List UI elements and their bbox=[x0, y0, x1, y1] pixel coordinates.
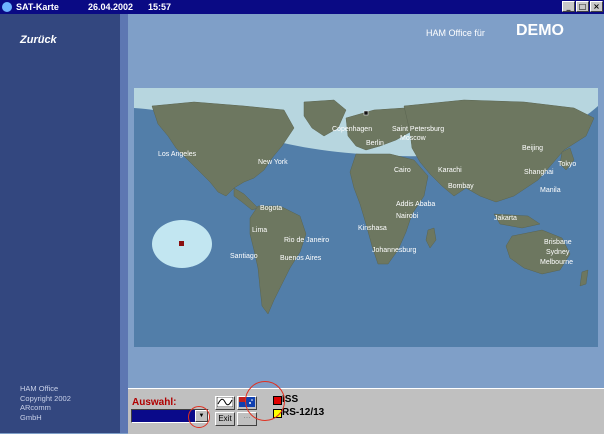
credit-line: GmbH bbox=[20, 412, 42, 422]
dropdown-highlight-ring bbox=[188, 406, 210, 428]
credit-line: HAM Office bbox=[20, 384, 59, 393]
control-panel: Auswahl: ▼ Exit ⋯ ISS RS-12/13 bbox=[128, 381, 604, 434]
world-map[interactable]: Copenhagen Saint Petersburg Berlin Mosco… bbox=[134, 88, 598, 347]
city-label: Lima bbox=[252, 227, 267, 234]
maximize-button[interactable]: □ bbox=[576, 1, 589, 12]
demo-badge: DEMO bbox=[516, 22, 564, 39]
city-label: Beijing bbox=[522, 145, 543, 152]
wave-icon bbox=[216, 396, 234, 408]
close-button[interactable]: × bbox=[590, 1, 603, 12]
city-label: Bogota bbox=[260, 205, 282, 212]
city-label: Bombay bbox=[448, 183, 474, 190]
sidebar-divider bbox=[120, 14, 128, 433]
window-time: 15:57 bbox=[148, 2, 172, 12]
city-label: New York bbox=[258, 159, 288, 166]
city-label: Melbourne bbox=[540, 259, 573, 266]
credit-line: Copyright 2002 bbox=[20, 393, 71, 403]
city-label: Brisbane bbox=[544, 239, 572, 246]
city-label: Cairo bbox=[394, 167, 411, 174]
city-label: Manila bbox=[540, 187, 561, 194]
city-label: Tokyo bbox=[558, 161, 576, 168]
legend-label: RS-12/13 bbox=[282, 407, 325, 418]
legend-highlight-ring bbox=[245, 381, 285, 421]
back-link[interactable]: Zurück bbox=[20, 34, 57, 46]
land-masses bbox=[151, 99, 595, 315]
header-label: HAM Office für bbox=[426, 28, 485, 38]
satellite-marker bbox=[363, 110, 369, 116]
orbit-graph-button[interactable] bbox=[215, 396, 235, 410]
city-label: Jakarta bbox=[494, 215, 517, 222]
city-label: Johannesburg bbox=[372, 247, 416, 254]
city-label: Karachi bbox=[438, 167, 462, 174]
exit-button[interactable]: Exit bbox=[215, 412, 235, 426]
city-label: Nairobi bbox=[396, 213, 419, 220]
window-title: SAT-Karte bbox=[16, 2, 59, 12]
credits: HAM Office Copyright 2002 ARcomm GmbH bbox=[20, 384, 71, 422]
satellite-marker bbox=[179, 241, 184, 246]
credit-line: ARcomm bbox=[20, 403, 51, 412]
selection-label: Auswahl: bbox=[132, 397, 177, 408]
sidebar: Zurück HAM Office Copyright 2002 ARcomm … bbox=[0, 14, 120, 433]
city-label: Santiago bbox=[230, 253, 258, 260]
city-label: Saint Petersburg bbox=[392, 126, 444, 133]
city-label: Berlin bbox=[366, 140, 384, 147]
city-label: Copenhagen bbox=[332, 126, 372, 133]
city-label: Rio de Janeiro bbox=[284, 237, 329, 244]
world-map-canvas: Copenhagen Saint Petersburg Berlin Mosco… bbox=[134, 88, 598, 315]
city-label: Los Angeles bbox=[158, 151, 197, 158]
city-label: Shanghai bbox=[524, 169, 554, 176]
city-label: Moscow bbox=[400, 135, 427, 142]
title-bar: SAT-Karte 26.04.2002 15:57 _ □ × bbox=[0, 0, 604, 14]
city-label: Buenos Aires bbox=[280, 255, 322, 262]
city-label: Sydney bbox=[546, 249, 570, 256]
app-globe-icon bbox=[2, 2, 12, 12]
minimize-button[interactable]: _ bbox=[562, 1, 575, 12]
window-date: 26.04.2002 bbox=[88, 2, 134, 12]
city-label: Addis Ababa bbox=[396, 201, 435, 208]
city-label: Kinshasa bbox=[358, 225, 387, 232]
